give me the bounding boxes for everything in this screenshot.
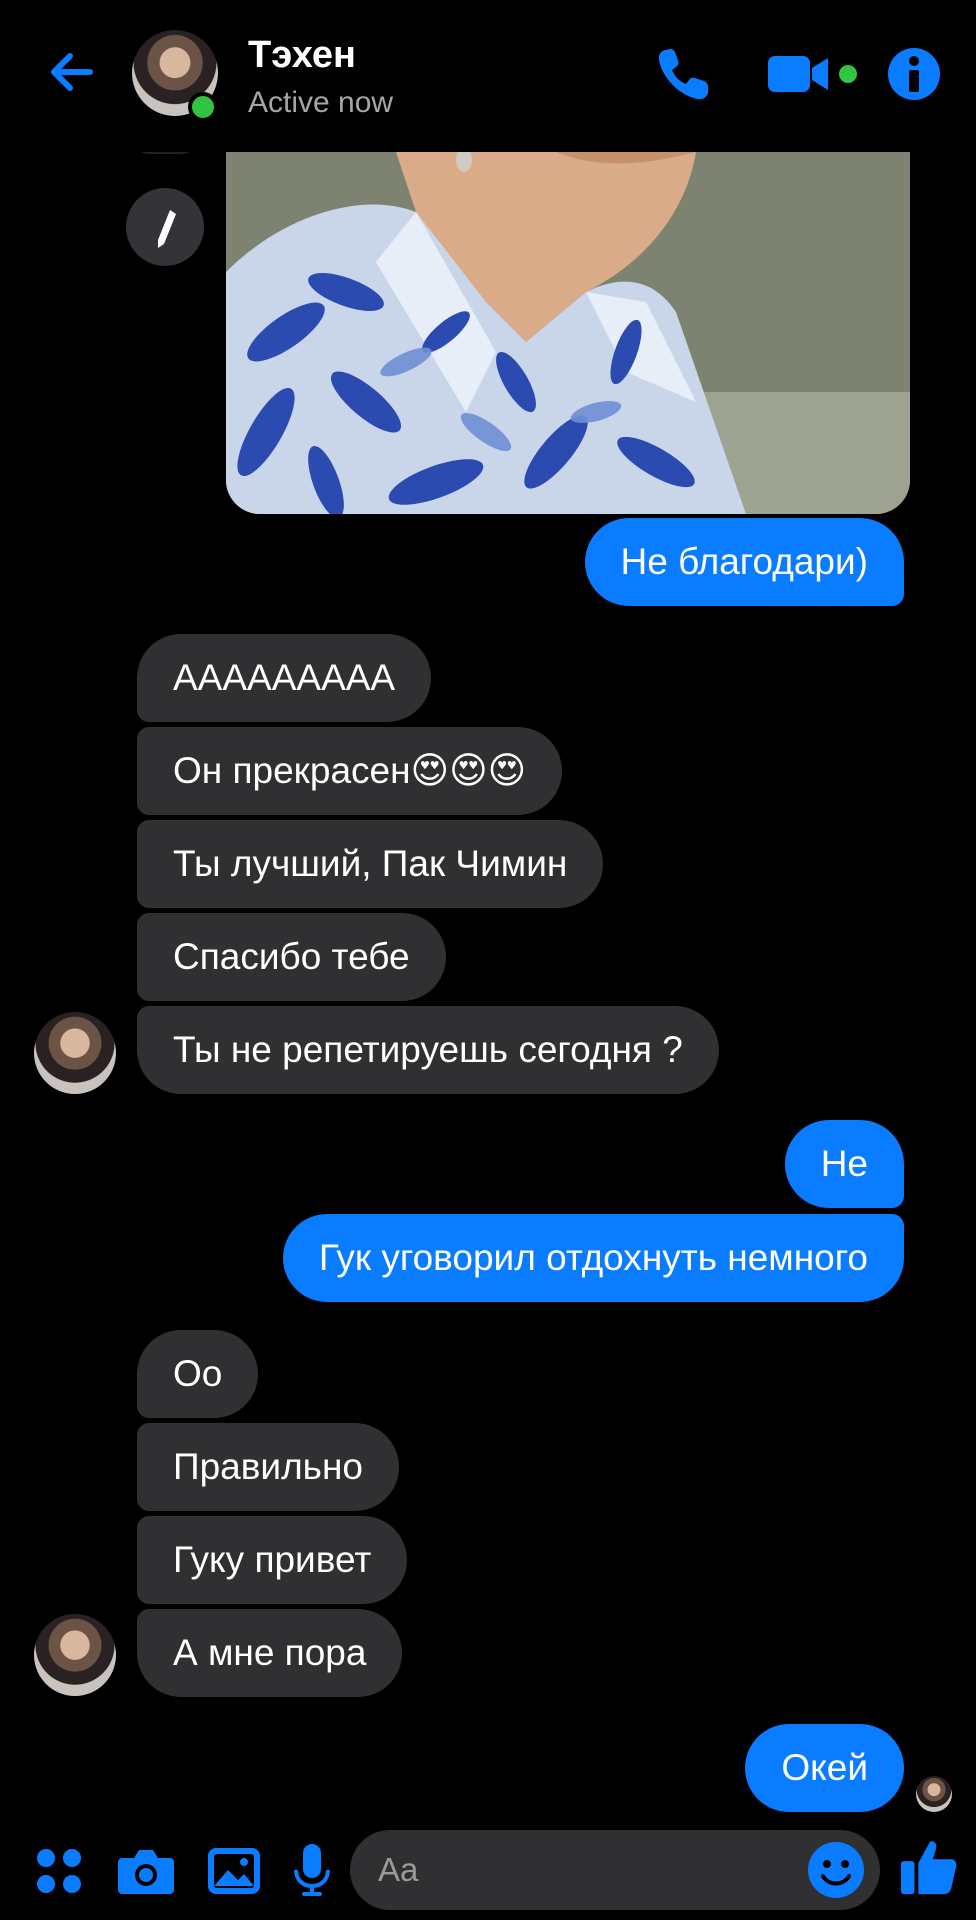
message-bubble-outgoing[interactable]: Гук уговорил отдохнуть немного <box>282 1214 904 1302</box>
camera-icon[interactable] <box>116 1840 176 1900</box>
video-camera-icon[interactable] <box>766 44 866 104</box>
sender-avatar[interactable] <box>34 1614 116 1696</box>
message-bubble-outgoing[interactable]: Окей <box>745 1724 904 1812</box>
message-bubble-outgoing[interactable]: Не <box>784 1120 904 1208</box>
edit-photo-button[interactable] <box>126 188 204 266</box>
back-arrow-icon[interactable] <box>40 40 104 104</box>
message-bubble-incoming[interactable]: Ты лучший, Пак Чимин <box>137 820 604 908</box>
microphone-icon[interactable] <box>292 1840 332 1900</box>
contact-status: Active now <box>248 86 394 119</box>
info-icon[interactable] <box>884 44 944 104</box>
message-bubble-incoming[interactable]: Он прекрасен😍😍😍 <box>137 727 563 815</box>
apps-grid-icon[interactable] <box>34 1840 84 1900</box>
thumbs-up-icon[interactable] <box>898 1836 960 1896</box>
message-bubble-incoming[interactable]: Ты не репетируешь сегодня ? <box>137 1006 719 1094</box>
sender-avatar[interactable] <box>34 1012 116 1094</box>
message-input-placeholder: Aa <box>378 1851 419 1888</box>
message-bubble-incoming[interactable]: А мне пора <box>137 1609 403 1697</box>
message-bubble-outgoing[interactable]: Не благодари) <box>584 518 904 606</box>
image-icon[interactable] <box>206 1840 262 1900</box>
online-status-indicator <box>188 92 218 122</box>
message-bubble-incoming[interactable]: ААААААААА <box>137 634 432 722</box>
message-bubble-incoming[interactable]: Гуку привет <box>137 1516 408 1604</box>
phone-icon[interactable] <box>654 44 716 104</box>
pencil-icon <box>158 210 176 248</box>
read-receipt-avatar <box>916 1776 952 1812</box>
contact-name[interactable]: Тэхен <box>248 34 356 77</box>
message-input[interactable]: Aa <box>350 1830 880 1910</box>
message-bubble-incoming[interactable]: Спасибо тебе <box>137 913 446 1001</box>
message-bubble-incoming[interactable]: Правильно <box>137 1423 399 1511</box>
shared-photo[interactable] <box>226 152 910 514</box>
message-bubble-incoming[interactable]: Оо <box>137 1330 259 1418</box>
emoji-icon[interactable] <box>806 1840 866 1900</box>
